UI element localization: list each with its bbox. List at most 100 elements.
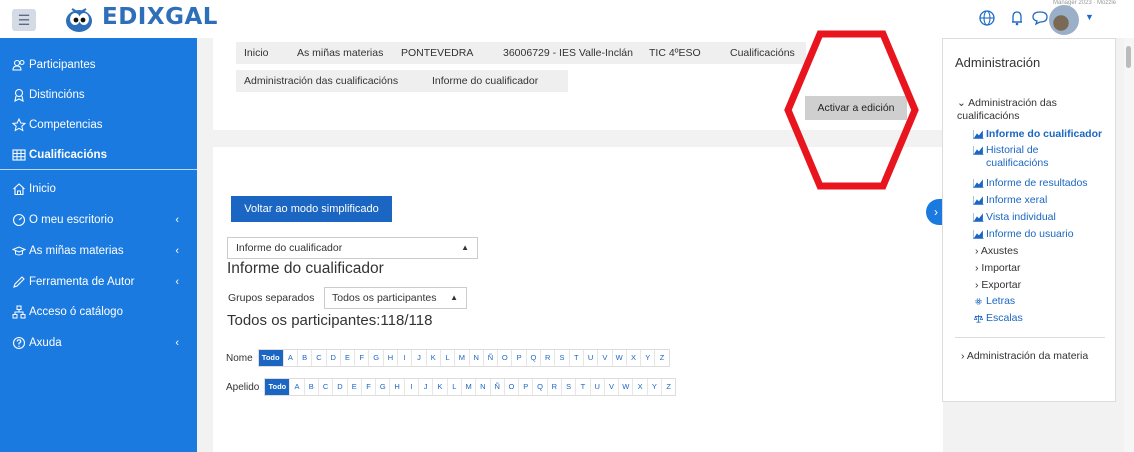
filter-letter-button[interactable]: E [346, 379, 361, 395]
menu-icon[interactable]: ☰ [12, 9, 36, 31]
filter-letter-button[interactable]: H [389, 379, 403, 395]
filter-letter-button[interactable]: V [597, 350, 611, 366]
filter-letter-button[interactable]: W [618, 379, 632, 395]
admin-sub-settings[interactable]: › Axustes [975, 245, 1018, 258]
filter-letter-button[interactable]: M [454, 350, 468, 366]
admin-link-grader-report[interactable]: Informe do cualificador [973, 128, 1102, 141]
sidebar-item-catalogo[interactable]: Acceso ó catálogo [12, 303, 187, 321]
filter-letter-button[interactable]: Z [654, 350, 668, 366]
filter-letter-button[interactable]: D [332, 379, 346, 395]
logo-text[interactable]: EDIXGAL [102, 4, 218, 30]
breadcrumb-item[interactable]: Informe do cualificador [424, 70, 568, 92]
filter-all-button[interactable]: Todo [258, 350, 283, 366]
filter-letter-button[interactable]: Z [661, 379, 675, 395]
admin-link-scales[interactable]: Escalas [973, 312, 1023, 325]
filter-letter-button[interactable]: U [582, 350, 597, 366]
filter-letter-button[interactable]: J [418, 379, 432, 395]
bell-icon[interactable] [1007, 8, 1027, 28]
filter-letter-button[interactable]: Y [646, 379, 661, 395]
filter-letter-button[interactable]: L [446, 379, 461, 395]
caret-down-icon[interactable]: ▼ [1085, 12, 1094, 22]
enable-editing-button[interactable]: Activar a edición [805, 96, 907, 120]
filter-letter-button[interactable]: B [296, 350, 311, 366]
filter-letter-button[interactable]: D [325, 350, 340, 366]
groups-select[interactable]: Todos os participantes ▲ [324, 287, 467, 309]
filter-letter-button[interactable]: W [611, 350, 626, 366]
filter-letter-button[interactable]: B [303, 379, 318, 395]
filter-letter-button[interactable]: X [625, 350, 640, 366]
filter-letter-button[interactable]: X [632, 379, 646, 395]
filter-letter-button[interactable]: F [354, 350, 368, 366]
admin-link-user-report[interactable]: Informe do usuario [973, 228, 1074, 241]
filter-letter-button[interactable]: Ñ [489, 379, 504, 395]
filter-letter-button[interactable]: Y [640, 350, 654, 366]
chat-icon[interactable] [1030, 8, 1050, 28]
admin-link-outcomes[interactable]: Informe de resultados [973, 177, 1088, 190]
filter-letter-button[interactable]: A [289, 379, 303, 395]
sidebar-item-materias[interactable]: As miñas materias ‹ [12, 242, 187, 260]
globe-icon[interactable] [977, 8, 997, 28]
filter-letter-button[interactable]: J [411, 350, 425, 366]
filter-letter-button[interactable]: T [575, 379, 589, 395]
filter-letter-button[interactable]: S [554, 350, 568, 366]
filter-letter-button[interactable]: U [589, 379, 604, 395]
sidebar-item-axuda[interactable]: Axuda ‹ [12, 334, 187, 352]
user-avatar[interactable] [1049, 5, 1079, 35]
simplified-mode-button[interactable]: Voltar ao modo simplificado [231, 196, 392, 222]
admin-link-overview[interactable]: Informe xeral [973, 194, 1047, 207]
filter-letter-button[interactable]: O [497, 350, 511, 366]
sidebar-item-competencias[interactable]: Competencias [12, 116, 187, 134]
breadcrumb-item[interactable]: Inicio [236, 42, 289, 64]
filter-letter-button[interactable]: P [511, 350, 525, 366]
filter-letter-button[interactable]: G [368, 350, 382, 366]
breadcrumb-item[interactable]: 36006729 - IES Valle-Inclán [495, 42, 641, 64]
filter-letter-button[interactable]: K [425, 350, 440, 366]
admin-sub-import[interactable]: › Importar [975, 262, 1021, 275]
admin-link-letters[interactable]: Letras [973, 295, 1015, 308]
admin-section-grades[interactable]: ⌄ Administración das cualificacións [957, 97, 1107, 123]
breadcrumb-item[interactable]: Administración das cualificacións [236, 70, 424, 92]
filter-letter-button[interactable]: N [475, 379, 489, 395]
filter-letter-button[interactable]: I [397, 350, 411, 366]
breadcrumb-item[interactable]: PONTEVEDRA [393, 42, 495, 64]
filter-letter-button[interactable]: O [503, 379, 518, 395]
admin-sub-export[interactable]: › Exportar [975, 279, 1021, 292]
sidebar-item-distincions[interactable]: Distincións [12, 86, 187, 104]
filter-letter-button[interactable]: Q [525, 350, 540, 366]
sidebar-item-ferramenta[interactable]: Ferramenta de Autor ‹ [12, 273, 187, 291]
filter-letter-button[interactable]: T [568, 350, 583, 366]
sidebar-item-inicio[interactable]: Inicio [12, 180, 187, 198]
filter-all-button[interactable]: Todo [265, 379, 290, 395]
admin-link-single-view[interactable]: Vista individual [973, 211, 1056, 224]
filter-letter-button[interactable]: R [540, 350, 554, 366]
filter-letter-button[interactable]: I [403, 379, 418, 395]
filter-letter-button[interactable]: A [282, 350, 297, 366]
sidebar-item-cualificacions[interactable]: Cualificacións [12, 146, 187, 164]
filter-letter-button[interactable]: N [468, 350, 483, 366]
filter-letter-button[interactable]: M [460, 379, 475, 395]
filter-letter-button[interactable]: C [311, 350, 325, 366]
breadcrumb-item[interactable]: As miñas materias [289, 42, 393, 64]
sidebar-item-participantes[interactable]: Participantes [12, 56, 187, 74]
filter-letter-button[interactable]: Ñ [482, 350, 497, 366]
filter-letter-button[interactable]: L [439, 350, 454, 366]
filter-letter-button[interactable]: C [317, 379, 332, 395]
report-select[interactable]: Informe do cualificador ▲ [227, 237, 478, 259]
filter-letter-button[interactable]: Q [532, 379, 546, 395]
filter-letter-button[interactable]: V [603, 379, 618, 395]
filter-letter-button[interactable]: K [432, 379, 446, 395]
admin-course-administration[interactable]: › Administración da materia [961, 350, 1101, 363]
scrollbar-thumb[interactable] [1126, 46, 1131, 68]
sidebar-item-escritorio[interactable]: O meu escritorio ‹ [12, 211, 187, 229]
filter-letter-button[interactable]: H [382, 350, 397, 366]
breadcrumb-item[interactable]: Cualificacións [722, 42, 806, 64]
page-scrollbar[interactable] [1124, 38, 1134, 452]
admin-link-history[interactable]: Historial de cualificacións [973, 144, 1103, 170]
filter-letter-button[interactable]: G [375, 379, 389, 395]
filter-letter-button[interactable]: R [546, 379, 561, 395]
filter-letter-button[interactable]: E [339, 350, 354, 366]
filter-letter-button[interactable]: S [561, 379, 575, 395]
filter-letter-button[interactable]: F [360, 379, 375, 395]
filter-letter-button[interactable]: P [518, 379, 532, 395]
breadcrumb-item[interactable]: TIC 4ºESO [641, 42, 722, 64]
